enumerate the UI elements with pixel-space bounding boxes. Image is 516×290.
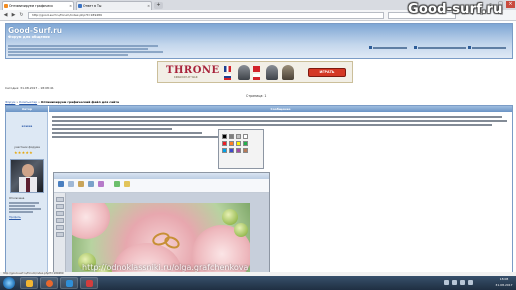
header-description-line (8, 45, 158, 47)
knight-helmet-icon (238, 65, 250, 80)
color-palette-panel (218, 129, 264, 169)
shapes-icon (124, 181, 130, 187)
header-description-line (8, 51, 163, 53)
message-column-header: Сообщение (49, 106, 512, 112)
fill-tool-icon (56, 204, 64, 209)
pencil-tool-icon (56, 197, 64, 202)
new-tab-button[interactable]: + (154, 2, 163, 9)
taskbar-clock[interactable]: 18:08 31.08.2017 (493, 277, 515, 289)
flag-icon (253, 66, 260, 72)
post-text-line (52, 132, 202, 134)
rotate-icon (98, 181, 104, 187)
header-link-icon (468, 46, 471, 49)
recorder-icon (86, 280, 93, 287)
eraser-tool-icon (56, 218, 64, 223)
embedded-screenshot: http://odnoklassniki.ru/olga.grafchenkov… (53, 172, 270, 285)
close-tab-icon[interactable]: × (69, 2, 72, 10)
topic-title: Оптимизируем графический файл для сайта (40, 100, 119, 104)
close-tab-icon[interactable]: × (147, 2, 150, 10)
brush-icon (114, 181, 120, 187)
author-sidebar: ксюха участник форума ★★★★★ Отключена Пр… (6, 112, 48, 285)
forum-page: Good-Surf.ru Форум для общения THRONE KI… (0, 21, 516, 286)
resize-icon (88, 181, 94, 187)
browser-tab-active[interactable]: Оптимизируем графическ × (2, 1, 74, 10)
flag-tray-icon[interactable] (468, 280, 473, 285)
tab-title: Ответ в Ты (83, 4, 102, 8)
current-datetime: Сегодня: 31.08.2017 - 18:08:41 (5, 86, 54, 90)
author-name[interactable]: ксюха (9, 124, 45, 128)
breadcrumb: Форум » Компьютер » Оптимизируем графиче… (5, 100, 119, 104)
header-link[interactable] (369, 46, 407, 50)
rank-stars: ★★★★★ (14, 150, 33, 155)
flag-icon (224, 66, 231, 72)
windows-taskbar: 18:08 31.08.2017 (0, 276, 516, 290)
post-text-line (52, 136, 242, 138)
breadcrumb-link[interactable]: Компьютер (19, 100, 37, 104)
network-icon[interactable] (444, 280, 449, 285)
clock-date: 31.08.2017 (495, 282, 513, 287)
knight-helmet-icon (282, 65, 294, 80)
forum-header: Good-Surf.ru Форум для общения (5, 23, 513, 59)
author-stat-line (9, 211, 33, 213)
post-text-line (52, 120, 507, 122)
avatar[interactable] (10, 159, 44, 193)
start-button[interactable] (3, 277, 15, 289)
forum-post: Автор Сообщение ксюха участник форума ★★… (5, 105, 513, 286)
header-link-icon (414, 46, 417, 49)
taskbar-app[interactable] (40, 277, 58, 289)
site-slogan: Форум для общения (8, 35, 50, 39)
ad-subtitle: KINGDOM AT WAR (174, 76, 198, 79)
ad-logo: THRONE (166, 65, 220, 76)
address-bar[interactable]: http://good-surf.ru/forum/index.php?t=18… (28, 12, 384, 19)
flag-icon (253, 74, 260, 80)
forward-icon[interactable]: ▶ (10, 12, 17, 19)
folder-icon (26, 280, 33, 287)
header-description-line (8, 48, 148, 50)
header-link[interactable] (468, 46, 506, 50)
header-description-line (8, 54, 128, 56)
author-rank: участник форума (14, 145, 40, 149)
firefox-icon (46, 280, 53, 287)
taskbar-app[interactable] (20, 277, 38, 289)
author-stats: Отключена (9, 197, 25, 200)
close-window-icon[interactable]: × (506, 1, 515, 8)
image-watermark: http://odnoklassniki.ru/olga.grafchenkov… (82, 263, 249, 272)
site-favicon-icon (4, 4, 8, 8)
paint-menu-icon (58, 181, 64, 187)
picker-tool-icon (56, 225, 64, 230)
reload-icon[interactable]: ↻ (18, 12, 25, 19)
system-tray (440, 278, 492, 288)
post-text-line (52, 128, 172, 130)
back-icon[interactable]: ◀ (2, 12, 9, 19)
tab-title: Оптимизируем графическ (9, 4, 54, 8)
ad-banner[interactable]: THRONE KINGDOM AT WAR ИГРАТЬ (157, 61, 353, 83)
author-stat-line (9, 202, 39, 204)
flag-icon (224, 74, 231, 80)
breadcrumb-link[interactable]: Форум (5, 100, 15, 104)
volume-icon[interactable] (452, 280, 457, 285)
author-stat-line (9, 205, 35, 207)
profile-link[interactable]: Профиль (9, 216, 21, 219)
post-text-line (52, 124, 492, 126)
browser-tab[interactable]: Ответ в Ты × (76, 1, 152, 10)
site-logo[interactable]: Good-Surf.ru (8, 26, 62, 35)
taskbar-app[interactable] (60, 277, 78, 289)
taskbar-app[interactable] (80, 277, 98, 289)
crop-icon (78, 181, 84, 187)
paint-icon (66, 280, 73, 287)
knight-helmet-icon (266, 65, 278, 80)
video-watermark: Good-surf.ru (408, 2, 503, 17)
magnifier-tool-icon (56, 232, 64, 237)
post-text-line (52, 116, 502, 118)
paint-ribbon (54, 179, 269, 193)
author-stat-line (9, 208, 41, 210)
header-link-icon (369, 46, 372, 49)
pagination[interactable]: Страница: 1 (246, 94, 266, 98)
text-tool-icon (56, 211, 64, 216)
language-icon[interactable] (460, 280, 465, 285)
clipboard-icon (68, 181, 74, 187)
site-favicon-icon (78, 4, 82, 8)
play-button[interactable]: ИГРАТЬ (308, 68, 346, 77)
header-link[interactable] (414, 46, 466, 50)
